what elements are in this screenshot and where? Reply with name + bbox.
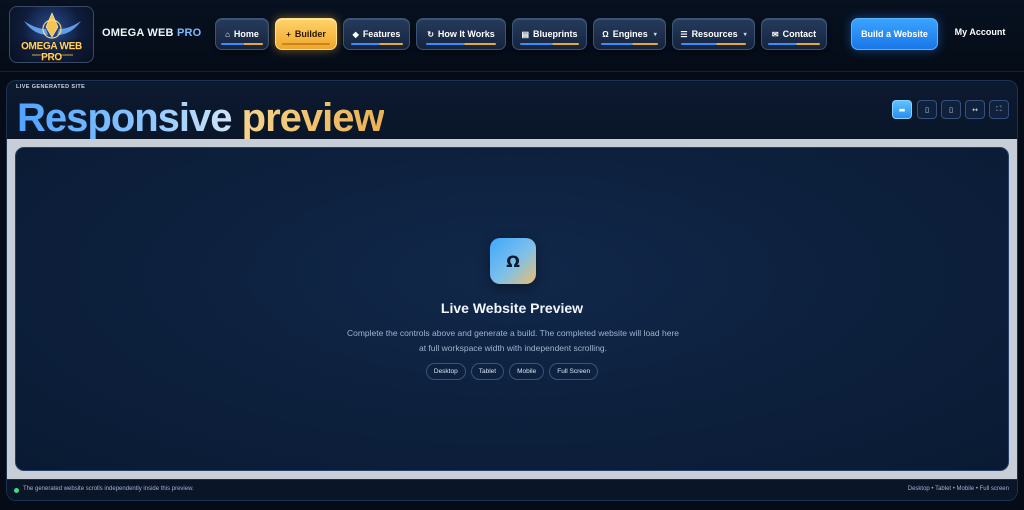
preview-frame: Ω Live Website Preview Complete the cont… <box>7 139 1017 479</box>
build-website-button[interactable]: Build a Website <box>851 18 938 50</box>
omega-logo-icon: Ω <box>490 238 536 284</box>
nav-home-button[interactable]: ⌂ Home <box>215 18 269 50</box>
mail-icon: ✉ <box>771 29 779 39</box>
chip-full-screen[interactable]: Full Screen <box>549 363 599 380</box>
placeholder-description-line1: Complete the controls above and generate… <box>346 328 680 338</box>
fullscreen-button[interactable]: ⛶ <box>989 100 1009 119</box>
preview-title-part2: preview <box>241 96 385 140</box>
desktop-view-icon: ▬ <box>898 105 906 114</box>
tablet-view-icon: ▯ <box>925 105 929 114</box>
preview-header: LIVE GENERATED SITE Responsive preview ▬… <box>7 81 1017 141</box>
nav-home-label: Home <box>233 29 259 39</box>
fit-width-icon: ↔ <box>972 105 978 114</box>
nav-features-button[interactable]: ◆ Features <box>343 18 410 50</box>
device-chips: Desktop Tablet Mobile Full Screen <box>16 363 1008 380</box>
nav-builder-label: Builder <box>294 29 326 39</box>
chip-tablet[interactable]: Tablet <box>470 363 505 380</box>
status-dot-icon <box>14 488 19 493</box>
preview-title-part1: Responsive <box>17 96 233 140</box>
home-icon: ⌂ <box>225 29 230 39</box>
preview-footer: The generated website scrolls independen… <box>7 479 1017 500</box>
brand-name-main: OMEGA WEB <box>102 27 174 39</box>
brand-name-accent: PRO <box>176 27 202 39</box>
mobile-view-icon: ▯ <box>949 105 953 114</box>
fit-width-button[interactable]: ↔ <box>965 100 985 119</box>
preview-eyebrow: LIVE GENERATED SITE <box>16 84 86 90</box>
nav-resources-label: Resources <box>691 29 738 39</box>
brand-name[interactable]: OMEGA WEB PRO <box>102 27 201 39</box>
mobile-view-button[interactable]: ▯ <box>941 100 961 119</box>
my-account-link[interactable]: My Account <box>945 27 1015 37</box>
footer-status-text: The generated website scrolls independen… <box>23 486 194 492</box>
chip-desktop[interactable]: Desktop <box>425 363 466 380</box>
refresh-icon: ↻ <box>427 29 434 39</box>
nav-how-it-works-label: How It Works <box>437 29 495 39</box>
placeholder-description-line2: at full workspace width with independent… <box>418 343 608 353</box>
desktop-view-button[interactable]: ▬ <box>892 100 912 119</box>
fullscreen-icon: ⛶ <box>996 105 1002 113</box>
chip-mobile[interactable]: Mobile <box>509 363 545 380</box>
nav-blueprints-button[interactable]: ▤ Blueprints <box>512 18 587 50</box>
nav-builder-button[interactable]: + Builder <box>275 18 337 50</box>
nav-engines-button[interactable]: Ω Engines ▾ <box>593 18 666 50</box>
chevron-down-icon: ▾ <box>743 31 747 38</box>
preview-panel: LIVE GENERATED SITE Responsive preview ▬… <box>6 80 1018 501</box>
site-header: OMEGA WEB PRO OMEGA WEB PRO ⌂ Home + Bui… <box>0 0 1024 72</box>
brand-logo[interactable]: OMEGA WEB PRO <box>9 6 94 63</box>
plus-icon: + <box>286 29 291 39</box>
preview-screen[interactable]: Ω Live Website Preview Complete the cont… <box>15 147 1009 471</box>
nav-engines-label: Engines <box>612 29 648 39</box>
nav-blueprints-label: Blueprints <box>533 29 578 39</box>
footer-devices-text: Desktop • Tablet • Mobile • Full screen <box>907 486 1009 492</box>
diamond-icon: ◆ <box>352 29 359 39</box>
chevron-down-icon: ▾ <box>653 31 657 38</box>
list-icon: ☰ <box>680 29 688 39</box>
blueprint-icon: ▤ <box>521 29 530 39</box>
logo-text: OMEGA WEB PRO <box>21 41 82 63</box>
nav-how-it-works-button[interactable]: ↻ How It Works <box>416 18 506 50</box>
omega-icon: Ω <box>602 29 609 39</box>
nav-contact-label: Contact <box>782 29 817 39</box>
tablet-view-button[interactable]: ▯ <box>917 100 937 119</box>
nav-features-label: Features <box>362 29 401 39</box>
placeholder-description: Complete the controls above and generate… <box>333 326 693 356</box>
nav-resources-button[interactable]: ☰ Resources ▾ <box>672 18 755 50</box>
preview-title: Responsive preview <box>17 95 385 141</box>
nav-contact-button[interactable]: ✉ Contact <box>761 18 827 50</box>
placeholder-title: Live Website Preview <box>440 300 584 316</box>
